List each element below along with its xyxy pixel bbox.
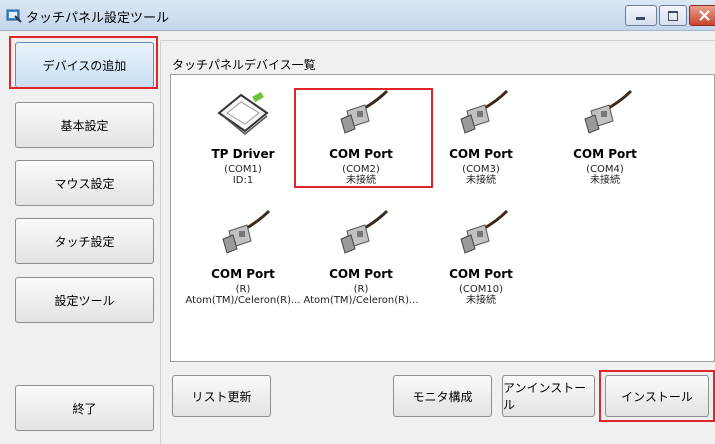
device-port: (COM4) (586, 164, 624, 175)
device-name: COM Port (449, 267, 513, 281)
serial-port-icon (460, 209, 509, 254)
device-name: TP Driver (211, 147, 275, 161)
close-icon (699, 10, 710, 21)
exit-button[interactable]: 終了 (15, 385, 154, 431)
install-label: インストール (621, 389, 693, 404)
device-port: (COM3) (462, 164, 500, 175)
maximize-button[interactable] (659, 5, 687, 26)
maximize-icon (668, 11, 678, 21)
sidebar-item-basic-settings[interactable]: 基本設定 (15, 102, 154, 148)
device-name: COM Port (329, 267, 393, 281)
uninstall-label: アンインストール (503, 381, 587, 412)
sidebar-item-label: 基本設定 (60, 118, 109, 133)
serial-port-icon (340, 89, 389, 134)
refresh-list-button[interactable]: リスト更新 (172, 375, 271, 417)
app-icon (6, 9, 22, 23)
monitor-config-label: モニタ構成 (412, 389, 473, 404)
serial-port-icon (340, 209, 389, 254)
device-name: COM Port (211, 267, 275, 281)
device-list-title: タッチパネルデバイス一覧 (172, 58, 316, 72)
sidebar-item-label: マウス設定 (54, 176, 115, 191)
device-list[interactable]: TP Driver (COM1) ID:1 COM Port (COM2) 未接… (170, 74, 715, 362)
serial-port-icon (460, 89, 509, 134)
device-item-com10[interactable]: COM Port (COM10) 未接続 (419, 203, 543, 306)
sidebar-item-touch-settings[interactable]: タッチ設定 (15, 218, 154, 264)
install-button[interactable]: インストール (605, 375, 709, 417)
device-name: COM Port (329, 147, 393, 161)
device-item-com-r-1[interactable]: COM Port (R) Atom(TM)/Celeron(R)... (181, 203, 305, 306)
monitor-config-button[interactable]: モニタ構成 (393, 375, 492, 417)
device-item-tp-driver[interactable]: TP Driver (COM1) ID:1 (181, 83, 305, 186)
device-status: 未接続 (590, 175, 620, 186)
sidebar-item-mouse-settings[interactable]: マウス設定 (15, 160, 154, 206)
serial-port-icon (222, 209, 271, 254)
exit-button-label: 終了 (72, 401, 97, 416)
device-status: 未接続 (466, 295, 496, 306)
sidebar-item-add-device[interactable]: デバイスの追加 (15, 42, 154, 88)
device-name: COM Port (573, 147, 637, 161)
window-title: タッチパネル設定ツール (26, 11, 170, 26)
touch-panel-icon (217, 91, 269, 135)
title-bar[interactable]: タッチパネル設定ツール (0, 0, 715, 31)
device-item-com-r-2[interactable]: COM Port (R) Atom(TM)/Celeron(R)... (299, 203, 423, 306)
device-status: 未接続 (466, 175, 496, 186)
minimize-button[interactable] (625, 5, 657, 26)
sidebar-item-settings-tool[interactable]: 設定ツール (15, 277, 154, 323)
device-item-com3[interactable]: COM Port (COM3) 未接続 (419, 83, 543, 186)
refresh-list-label: リスト更新 (191, 389, 252, 404)
device-port: (COM10) (458, 284, 503, 295)
device-item-com4[interactable]: COM Port (COM4) 未接続 (543, 83, 667, 186)
sidebar-item-label: デバイスの追加 (42, 58, 127, 73)
device-name: COM Port (449, 147, 513, 161)
device-item-com2[interactable]: COM Port (COM2) 未接続 (299, 83, 423, 186)
sidebar-item-label: タッチ設定 (54, 234, 115, 249)
serial-port-icon (584, 89, 633, 134)
close-button[interactable] (689, 5, 715, 26)
sidebar-item-label: 設定ツール (54, 293, 115, 308)
minimize-icon (636, 17, 645, 20)
uninstall-button[interactable]: アンインストール (502, 375, 595, 417)
